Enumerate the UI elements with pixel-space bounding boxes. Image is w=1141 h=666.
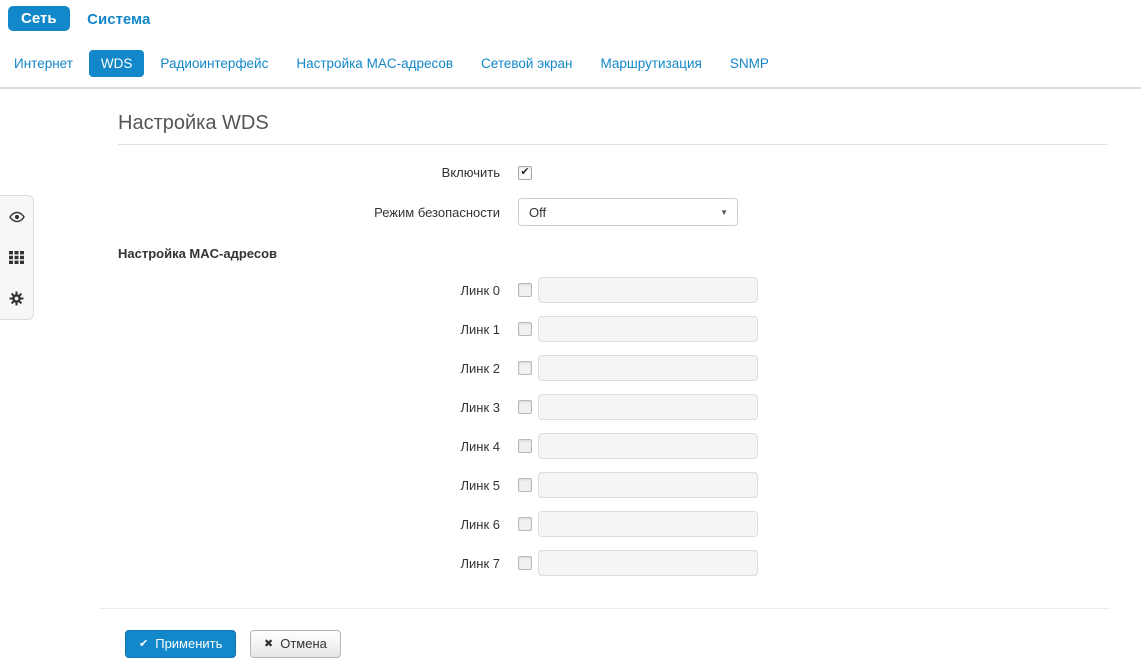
- topnav-item-system[interactable]: Система: [87, 11, 150, 28]
- link-6-mac-input[interactable]: [538, 511, 758, 537]
- tab-snmp[interactable]: SNMP: [718, 50, 781, 77]
- link-1-label: Линк 1: [100, 322, 500, 337]
- link-row-0: Линк 0: [100, 277, 1110, 303]
- main-panel: Настройка WDS Включить ✔ Режим безопасно…: [100, 112, 1110, 658]
- enable-row: Включить ✔: [100, 165, 1110, 180]
- security-mode-row: Режим безопасности Off ▼: [100, 198, 1110, 226]
- mac-section-title: Настройка MAC-адресов: [118, 246, 1110, 261]
- security-mode-select[interactable]: Off ▼: [518, 198, 738, 226]
- link-row-5: Линк 5: [100, 472, 1110, 498]
- link-4-checkbox[interactable]: [518, 439, 532, 453]
- link-5-mac-input[interactable]: [538, 472, 758, 498]
- link-7-checkbox[interactable]: [518, 556, 532, 570]
- link-3-mac-input[interactable]: [538, 394, 758, 420]
- tab-internet[interactable]: Интернет: [2, 50, 85, 77]
- grid-icon[interactable]: [9, 250, 25, 265]
- link-2-label: Линк 2: [100, 361, 500, 376]
- link-4-label: Линк 4: [100, 439, 500, 454]
- link-6-label: Линк 6: [100, 517, 500, 532]
- link-5-checkbox[interactable]: [518, 478, 532, 492]
- form-buttons: ✔ Применить ✖ Отмена: [125, 630, 1110, 658]
- tab-wds[interactable]: WDS: [89, 50, 145, 77]
- link-7-label: Линк 7: [100, 556, 500, 571]
- enable-checkbox[interactable]: ✔: [518, 166, 532, 180]
- link-0-mac-input[interactable]: [538, 277, 758, 303]
- link-row-3: Линк 3: [100, 394, 1110, 420]
- tab-radio-interface[interactable]: Радиоинтерфейс: [148, 50, 280, 77]
- top-navigation: Сеть Система: [0, 0, 1141, 40]
- check-icon: ✔: [520, 167, 529, 178]
- apply-button[interactable]: ✔ Применить: [125, 630, 236, 658]
- link-row-6: Линк 6: [100, 511, 1110, 537]
- tab-routing[interactable]: Маршрутизация: [588, 50, 713, 77]
- link-4-mac-input[interactable]: [538, 433, 758, 459]
- tabs-bar: Интернет WDS Радиоинтерфейс Настройка MA…: [0, 40, 1141, 89]
- apply-button-label: Применить: [155, 636, 222, 652]
- eye-icon[interactable]: [9, 209, 25, 224]
- link-7-mac-input[interactable]: [538, 550, 758, 576]
- gear-icon[interactable]: [9, 291, 25, 306]
- link-2-mac-input[interactable]: [538, 355, 758, 381]
- chevron-down-icon: ▼: [720, 208, 728, 217]
- enable-label: Включить: [100, 165, 500, 180]
- footer-divider: [100, 608, 1110, 609]
- title-divider: [118, 144, 1107, 145]
- wds-form: Включить ✔ Режим безопасности Off ▼ Наст…: [100, 165, 1110, 576]
- tab-firewall[interactable]: Сетевой экран: [469, 50, 584, 77]
- tab-mac-settings[interactable]: Настройка MAC-адресов: [284, 50, 465, 77]
- link-row-4: Линк 4: [100, 433, 1110, 459]
- link-6-checkbox[interactable]: [518, 517, 532, 531]
- link-1-mac-input[interactable]: [538, 316, 758, 342]
- cancel-button[interactable]: ✖ Отмена: [250, 630, 341, 658]
- link-5-label: Линк 5: [100, 478, 500, 493]
- side-tool-panel: [0, 195, 34, 320]
- topnav-item-network[interactable]: Сеть: [8, 6, 70, 31]
- link-0-label: Линк 0: [100, 283, 500, 298]
- link-1-checkbox[interactable]: [518, 322, 532, 336]
- link-0-checkbox[interactable]: [518, 283, 532, 297]
- link-row-1: Линк 1: [100, 316, 1110, 342]
- link-3-checkbox[interactable]: [518, 400, 532, 414]
- security-mode-label: Режим безопасности: [100, 205, 500, 220]
- link-2-checkbox[interactable]: [518, 361, 532, 375]
- content-area: Настройка WDS Включить ✔ Режим безопасно…: [0, 112, 1141, 666]
- cancel-button-label: Отмена: [280, 636, 327, 652]
- link-row-2: Линк 2: [100, 355, 1110, 381]
- page-title: Настройка WDS: [118, 112, 1110, 135]
- link-3-label: Линк 3: [100, 400, 500, 415]
- close-icon: ✖: [264, 639, 273, 650]
- check-icon: ✔: [139, 639, 148, 650]
- link-row-7: Линк 7: [100, 550, 1110, 576]
- security-mode-value: Off: [529, 205, 546, 220]
